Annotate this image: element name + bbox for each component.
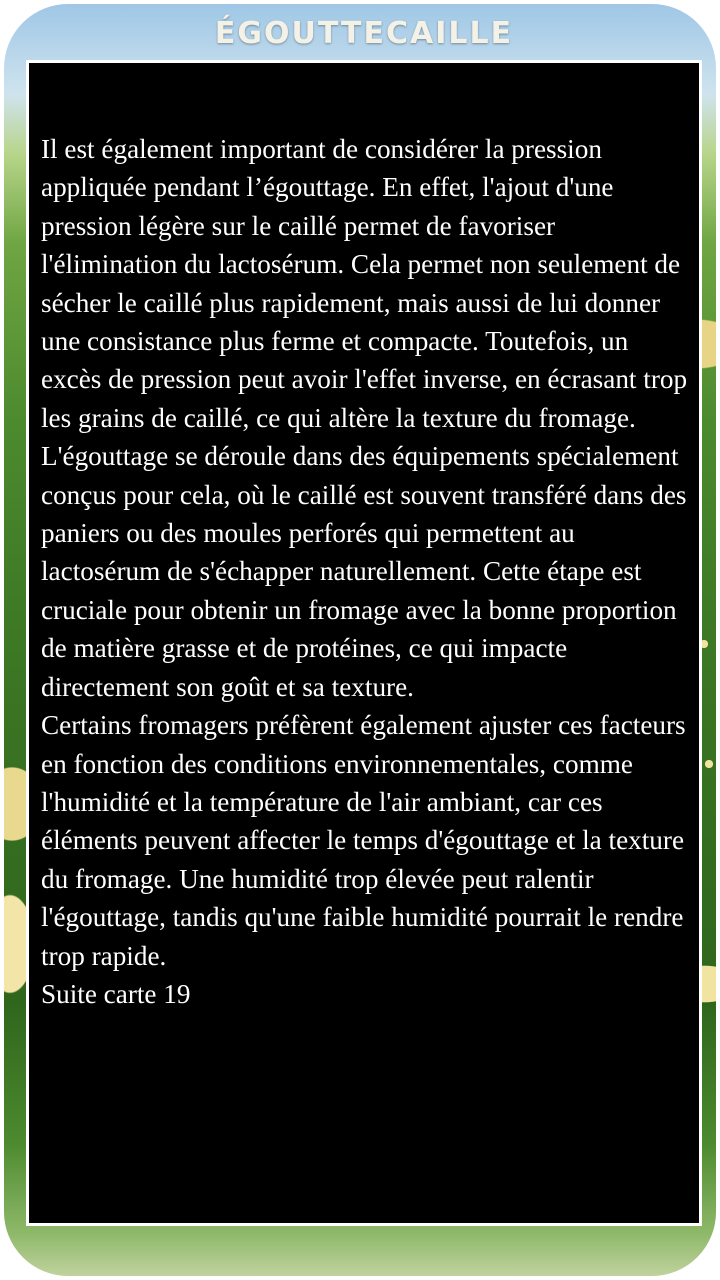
paragraph-equipements: L'égouttage se déroule dans des équipeme…: [41, 441, 687, 702]
paragraph-conditions: Certains fromagers préfèrent également a…: [41, 710, 686, 971]
text-panel: Il est également important de considérer…: [26, 60, 702, 1226]
brand-logo: ÉGOUTTECAILLE: [214, 16, 514, 51]
card: ÉGOUTTECAILLE Il est également important…: [0, 0, 720, 1280]
paragraph-pression: Il est également important de considérer…: [41, 134, 688, 433]
next-card-note: Suite carte 19: [41, 978, 191, 1009]
